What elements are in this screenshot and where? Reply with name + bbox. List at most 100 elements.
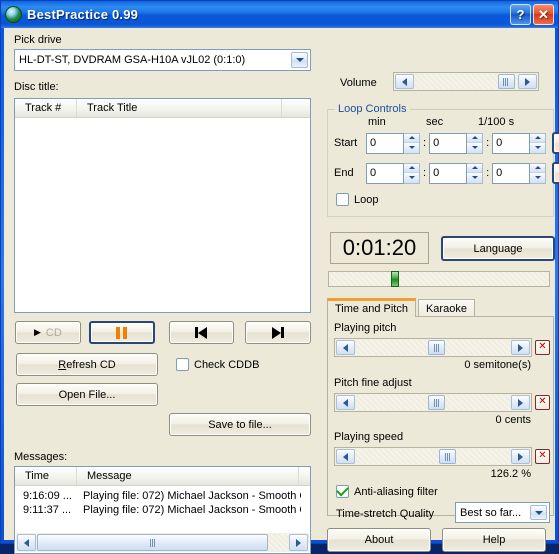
loop-start-now-button[interactable]: Now! bbox=[552, 132, 559, 154]
loop-start-min-value[interactable]: 0 bbox=[366, 132, 404, 154]
position-slider-thumb[interactable] bbox=[390, 271, 399, 287]
save-to-file-label: Save to file... bbox=[208, 418, 272, 431]
loop-end-min-value[interactable]: 0 bbox=[366, 162, 404, 184]
fine-increase-button[interactable] bbox=[511, 395, 530, 410]
pitch-decrease-button[interactable] bbox=[336, 340, 355, 355]
save-to-file-button[interactable]: Save to file... bbox=[169, 413, 311, 436]
loop-end-hundredths-spinner[interactable]: 0 bbox=[492, 162, 547, 184]
spin-down-icon[interactable] bbox=[467, 143, 483, 153]
open-file-button[interactable]: Open File... bbox=[16, 383, 158, 406]
messages-column-time[interactable]: Time bbox=[15, 467, 77, 485]
speed-decrease-button[interactable] bbox=[336, 449, 355, 464]
messages-column-message[interactable]: Message bbox=[77, 467, 299, 485]
loop-checkbox[interactable] bbox=[336, 193, 349, 206]
volume-track[interactable] bbox=[415, 74, 517, 89]
pitch-fine-adjust-thumb[interactable] bbox=[428, 395, 446, 410]
client-area: Pick drive HL-DT-ST, DVDRAM GSA-H10A vJL… bbox=[4, 28, 559, 554]
volume-increase-button[interactable] bbox=[518, 74, 537, 89]
refresh-cd-button[interactable]: Refresh CD bbox=[16, 353, 158, 376]
spin-down-icon[interactable] bbox=[404, 173, 419, 183]
spin-up-icon[interactable] bbox=[530, 163, 546, 173]
spin-down-icon[interactable] bbox=[404, 143, 419, 153]
tab-time-and-pitch-label: Time and Pitch bbox=[335, 303, 408, 315]
playing-pitch-thumb[interactable] bbox=[428, 340, 446, 355]
check-cddb-row[interactable]: Check CDDB bbox=[176, 358, 259, 371]
scroll-left-button[interactable] bbox=[17, 534, 36, 551]
chevron-down-icon[interactable] bbox=[530, 505, 547, 520]
loop-end-now-button[interactable]: Now! bbox=[552, 162, 559, 184]
spin-up-icon[interactable] bbox=[530, 133, 546, 143]
close-button[interactable]: ✕ bbox=[533, 4, 554, 25]
messages-list[interactable]: Time Message 9:16:09 ... Playing file: 0… bbox=[14, 466, 311, 554]
volume-decrease-button[interactable] bbox=[395, 74, 414, 89]
loop-end-hundredths-value[interactable]: 0 bbox=[492, 162, 531, 184]
spin-down-icon[interactable] bbox=[530, 173, 546, 183]
spin-up-icon[interactable] bbox=[404, 163, 419, 173]
volume-slider[interactable] bbox=[393, 72, 539, 91]
loop-start-hundredths-spinner[interactable]: 0 bbox=[492, 132, 547, 154]
scrollbar-track[interactable] bbox=[37, 534, 288, 551]
chevron-down-icon[interactable] bbox=[291, 52, 308, 68]
playing-speed-slider[interactable] bbox=[334, 447, 532, 466]
scroll-right-button[interactable] bbox=[289, 534, 308, 551]
pause-button[interactable] bbox=[88, 321, 155, 344]
loop-end-min-spinner[interactable]: 0 bbox=[366, 162, 420, 184]
playing-pitch-slider[interactable] bbox=[334, 338, 532, 357]
spin-down-icon[interactable] bbox=[530, 143, 546, 153]
spin-down-icon[interactable] bbox=[467, 173, 483, 183]
loop-start-label: Start bbox=[334, 137, 358, 149]
anti-aliasing-row[interactable]: Anti-aliasing filter bbox=[336, 485, 438, 498]
track-list[interactable]: Track # Track Title bbox=[14, 98, 311, 313]
pick-drive-label: Pick drive bbox=[14, 34, 62, 46]
loop-checkbox-row[interactable]: Loop bbox=[336, 193, 378, 206]
messages-horizontal-scrollbar[interactable] bbox=[16, 533, 309, 552]
message-row[interactable]: 9:16:09 ... Playing file: 072) Michael J… bbox=[15, 489, 310, 503]
pitch-fine-adjust-slider[interactable] bbox=[334, 393, 532, 412]
next-track-button[interactable] bbox=[245, 321, 311, 344]
tab-karaoke[interactable]: Karaoke bbox=[417, 299, 475, 317]
speed-increase-button[interactable] bbox=[511, 449, 530, 464]
track-column-title[interactable]: Track Title bbox=[77, 99, 282, 117]
playing-speed-thumb[interactable] bbox=[439, 449, 457, 464]
loop-start-hundredths-value[interactable]: 0 bbox=[492, 132, 531, 154]
time-stretch-quality-combobox[interactable]: Best so far... bbox=[455, 502, 550, 523]
fine-decrease-button[interactable] bbox=[336, 395, 355, 410]
language-button[interactable]: Language bbox=[441, 236, 555, 261]
refresh-cd-label: Refresh CD bbox=[58, 358, 116, 371]
previous-track-button[interactable] bbox=[168, 321, 235, 344]
playing-pitch-track[interactable] bbox=[356, 340, 510, 355]
message-row[interactable]: 9:11:37 ... Playing file: 072) Michael J… bbox=[15, 503, 310, 517]
playing-speed-track[interactable] bbox=[356, 449, 510, 464]
play-cd-button[interactable]: ▶ CD bbox=[15, 321, 81, 344]
pitch-increase-button[interactable] bbox=[511, 340, 530, 355]
loop-end-sec-spinner[interactable]: 0 bbox=[429, 162, 484, 184]
help-button[interactable]: Help bbox=[442, 528, 546, 552]
message-text: Playing file: 072) Michael Jackson - Smo… bbox=[83, 490, 301, 502]
drive-combobox[interactable]: HL-DT-ST, DVDRAM GSA-H10A vJL02 (0:1:0) bbox=[14, 49, 311, 71]
playing-pitch-reset-button[interactable]: ✕ bbox=[535, 340, 550, 355]
help-titlebar-button[interactable]: ? bbox=[510, 4, 531, 25]
check-cddb-checkbox[interactable] bbox=[176, 358, 189, 371]
loop-end-sec-value[interactable]: 0 bbox=[429, 162, 468, 184]
transport-controls: ▶ CD bbox=[15, 321, 311, 344]
spin-up-icon[interactable] bbox=[467, 133, 483, 143]
spin-up-icon[interactable] bbox=[404, 133, 419, 143]
anti-aliasing-checkbox[interactable] bbox=[336, 485, 349, 498]
about-button[interactable]: About bbox=[327, 528, 431, 552]
volume-thumb[interactable] bbox=[497, 74, 515, 89]
play-cd-label: CD bbox=[45, 326, 62, 339]
playing-speed-reset-button[interactable]: ✕ bbox=[535, 449, 550, 464]
track-column-number[interactable]: Track # bbox=[15, 99, 77, 117]
pitch-fine-adjust-reset-button[interactable]: ✕ bbox=[535, 395, 550, 410]
tab-time-and-pitch[interactable]: Time and Pitch bbox=[327, 298, 416, 317]
scrollbar-thumb[interactable] bbox=[37, 534, 268, 551]
loop-end-label: End bbox=[334, 167, 354, 179]
loop-start-sec-value[interactable]: 0 bbox=[429, 132, 468, 154]
loop-start-sec-spinner[interactable]: 0 bbox=[429, 132, 484, 154]
spin-up-icon[interactable] bbox=[467, 163, 483, 173]
loop-start-min-spinner[interactable]: 0 bbox=[366, 132, 420, 154]
pitch-fine-adjust-track[interactable] bbox=[356, 395, 510, 410]
tab-strip: Time and Pitch Karaoke bbox=[327, 298, 554, 317]
pitch-fine-adjust-row: ✕ bbox=[334, 393, 550, 412]
position-slider[interactable] bbox=[328, 271, 550, 287]
